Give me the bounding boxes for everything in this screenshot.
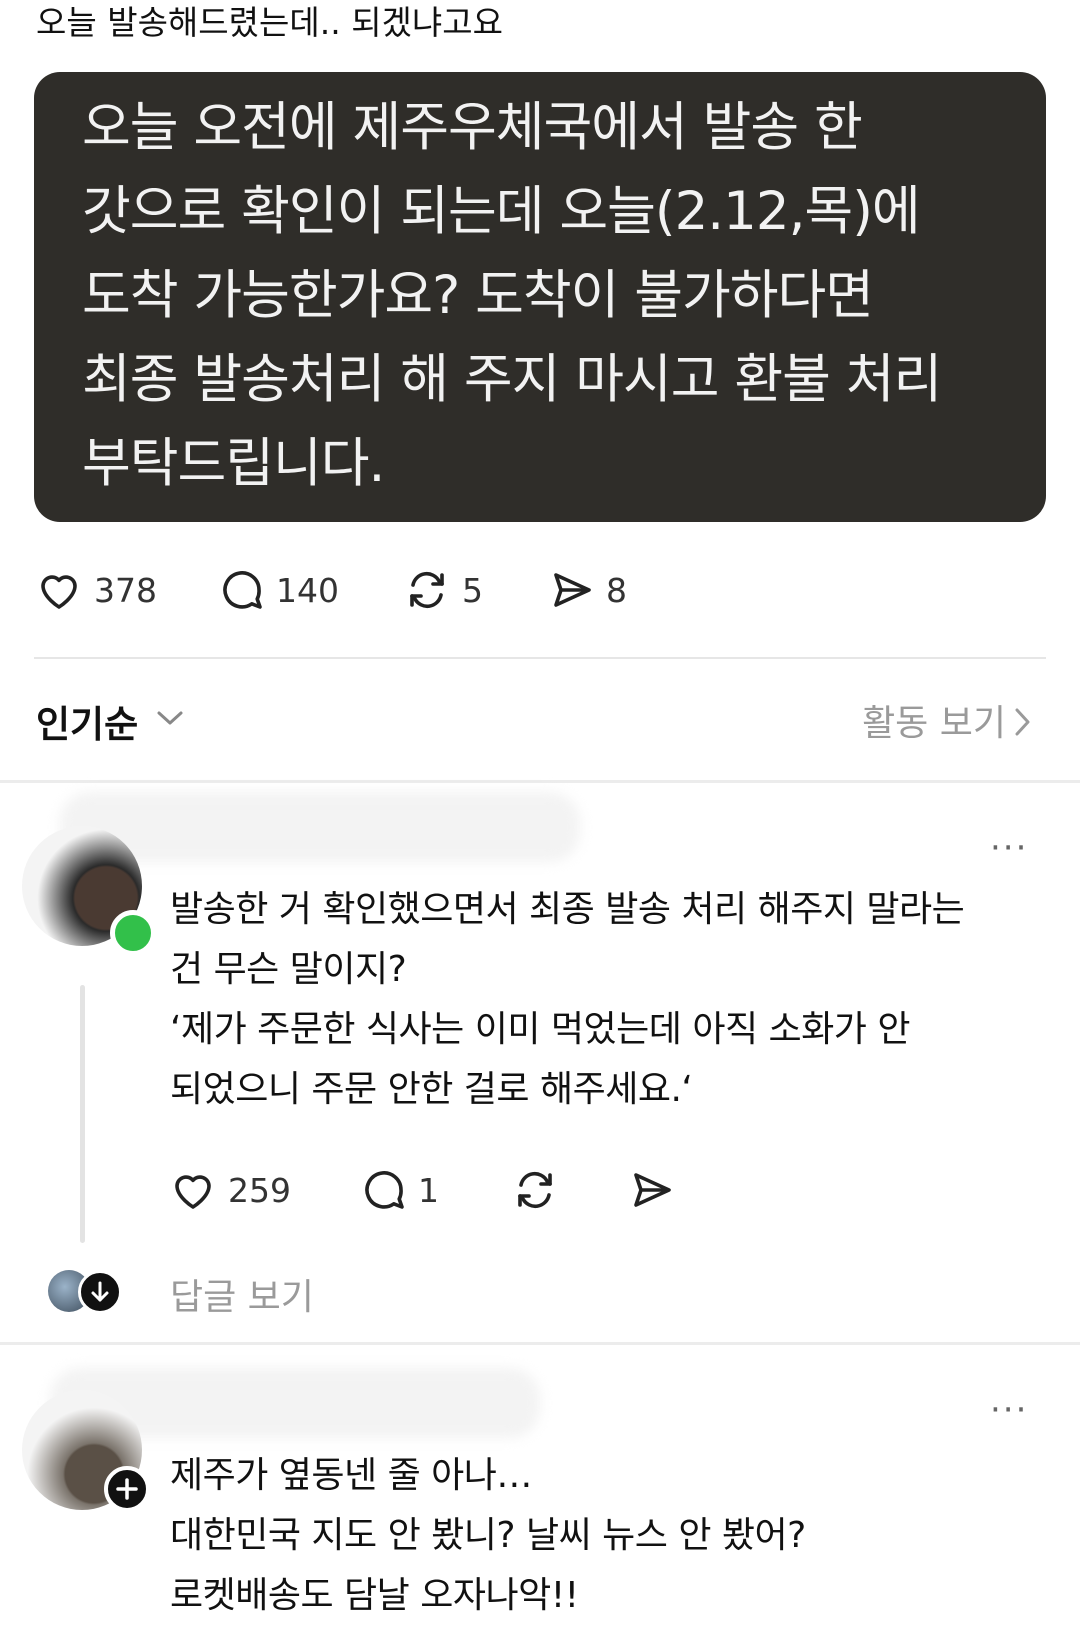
comment-repost-button[interactable]: [510, 1160, 560, 1220]
divider: [34, 657, 1046, 659]
chevron-right-icon[interactable]: [1012, 706, 1032, 738]
share-button[interactable]: 8: [548, 560, 627, 620]
more-icon[interactable]: ···: [990, 1390, 1028, 1430]
view-replies-link[interactable]: 답글 보기: [170, 1268, 314, 1320]
like-button[interactable]: 378: [34, 560, 157, 620]
section-divider: [0, 1342, 1080, 1345]
sort-dropdown[interactable]: 인기순: [36, 694, 138, 748]
comment-reply-button[interactable]: 1: [360, 1160, 439, 1220]
redacted-username: [60, 792, 580, 862]
comment-share-button[interactable]: [628, 1160, 676, 1220]
comment-icon: [365, 1171, 404, 1209]
heart-icon: [175, 1175, 211, 1209]
quote-line: 갓으로 확인이 되는데 오늘(2.12,목)에: [82, 181, 921, 242]
follow-plus-icon[interactable]: [104, 1466, 150, 1512]
quoted-message-image[interactable]: 오늘 오전에 제주우체국에서 발송 한 갓으로 확인이 되는데 오늘(2.12,…: [34, 72, 1046, 522]
view-activity-link[interactable]: 활동 보기: [862, 694, 1006, 746]
online-status-icon: [110, 910, 156, 956]
comment-button[interactable]: 140: [218, 560, 339, 620]
more-icon[interactable]: ···: [990, 828, 1028, 868]
comment-line: ‘제가 주문한 식사는 이미 먹었는데 아직 소화가 안: [170, 1009, 910, 1050]
comment-line: 로켓배송도 담날 오자나악!!: [170, 1575, 579, 1616]
share-icon: [634, 1173, 671, 1207]
comment-line: 대한민국 지도 안 봤니? 날씨 뉴스 안 봤어?: [170, 1515, 806, 1556]
section-divider: [0, 780, 1080, 783]
reply-arrow-icon: [78, 1270, 122, 1314]
share-count: 8: [606, 570, 627, 610]
heart-icon: [41, 575, 77, 609]
quote-line: 오늘 오전에 제주우체국에서 발송 한: [82, 97, 863, 158]
quote-line: 최종 발송처리 해 주지 마시고 환불 처리: [82, 349, 942, 410]
repost-icon: [518, 1171, 552, 1209]
quote-line: 부탁드립니다.: [82, 433, 385, 494]
repost-count: 5: [462, 570, 483, 610]
chevron-down-icon[interactable]: [155, 708, 185, 728]
comment-line: 건 무슨 말이지?: [170, 949, 407, 990]
comment-like-count: 259: [228, 1170, 291, 1210]
comment-like-button[interactable]: 259: [168, 1160, 291, 1220]
thread-line: [80, 985, 85, 1243]
comment-body: 제주가 옆동넨 줄 아나… 대한민국 지도 안 봤니? 날씨 뉴스 안 봤어? …: [170, 1446, 806, 1626]
like-count: 378: [94, 570, 157, 610]
comment-line: 되었으니 주문 안한 걸로 해주세요.‘: [170, 1069, 693, 1110]
repost-icon: [410, 571, 444, 609]
comment-line: 제주가 옆동넨 줄 아나…: [170, 1455, 532, 1496]
quote-line: 도착 가능한가요? 도착이 불가하다면: [82, 265, 874, 326]
comment-count: 140: [276, 570, 339, 610]
share-icon: [554, 573, 591, 607]
repost-button[interactable]: 5: [402, 560, 483, 620]
comment-icon: [223, 571, 262, 609]
comment-body: 발송한 거 확인했으면서 최종 발송 처리 해주지 말라는 건 무슨 말이지? …: [170, 880, 965, 1120]
quoted-message-text: 오늘 오전에 제주우체국에서 발송 한 갓으로 확인이 되는데 오늘(2.12,…: [82, 86, 1016, 506]
comment-reply-count: 1: [418, 1170, 439, 1210]
post-caption: 오늘 발송해드렸는데.. 되겠냐고요: [36, 3, 503, 42]
comment-line: 발송한 거 확인했으면서 최종 발송 처리 해주지 말라는: [170, 889, 965, 930]
